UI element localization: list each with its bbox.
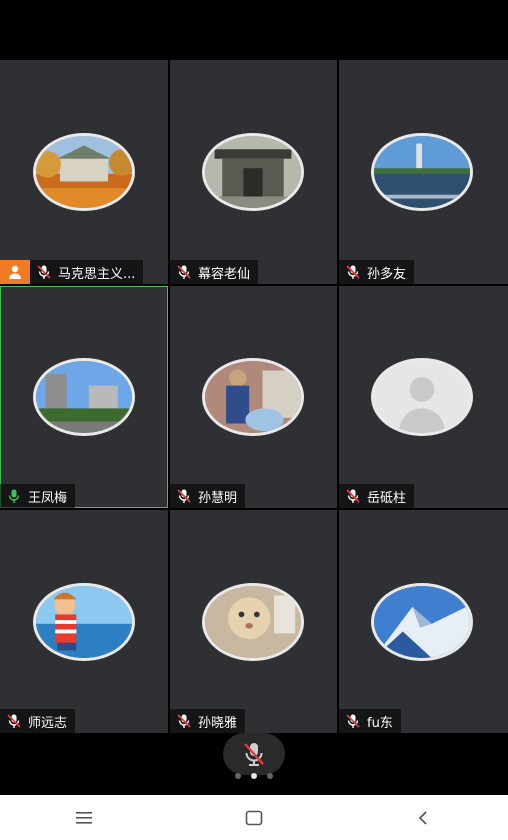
participant-avatar — [371, 583, 473, 661]
default-avatar — [371, 358, 473, 436]
participant-name: fu东 — [367, 715, 393, 731]
participant-name: 王凤梅 — [28, 490, 68, 506]
participant-avatar — [202, 358, 304, 436]
participant-avatar — [33, 133, 135, 211]
mic-muted-icon — [339, 709, 367, 733]
back-button[interactable] — [393, 798, 453, 838]
participant-name: 岳砥柱 — [367, 490, 407, 506]
system-navigation-bar — [0, 795, 508, 840]
mute-toggle-button[interactable] — [223, 733, 285, 775]
participant-avatar — [202, 133, 304, 211]
mic-muted-icon — [30, 260, 58, 284]
participant-avatar — [33, 583, 135, 661]
participant-name: 师远志 — [28, 715, 68, 731]
participant-name: 孙晓雅 — [198, 715, 238, 731]
participant-label: 马克思主义... — [0, 260, 144, 284]
participant-label: 王凤梅 — [0, 484, 76, 508]
mic-muted-icon — [0, 709, 28, 733]
participant-name: 孙多友 — [367, 266, 407, 282]
participant-tile[interactable]: 孙晓雅 — [170, 510, 337, 733]
page-dot[interactable] — [235, 773, 241, 779]
page-indicator — [0, 773, 508, 779]
participant-tile[interactable]: 幕容老仙 — [170, 60, 337, 284]
participant-label: 幕容老仙 — [170, 260, 259, 284]
participant-name: 孙慧明 — [198, 490, 238, 506]
mic-muted-icon — [339, 484, 367, 508]
participant-tile[interactable]: 孙慧明 — [170, 286, 337, 508]
home-button[interactable] — [224, 798, 284, 838]
participant-label: fu东 — [339, 709, 401, 733]
participant-tile[interactable]: 孙多友 — [339, 60, 508, 284]
participant-avatar — [371, 133, 473, 211]
participant-avatar — [33, 358, 135, 436]
participant-tile[interactable]: 师远志 — [0, 510, 168, 733]
mic-muted-icon — [170, 709, 198, 733]
menu-icon — [75, 811, 92, 824]
participant-tile[interactable]: 岳砥柱 — [339, 286, 508, 508]
participant-label: 师远志 — [0, 709, 76, 733]
person-icon — [9, 265, 21, 279]
back-icon — [419, 810, 427, 825]
participant-label: 岳砥柱 — [339, 484, 415, 508]
participant-name: 马克思主义... — [58, 266, 136, 282]
mic-muted-icon — [170, 260, 198, 284]
participant-label: 孙多友 — [339, 260, 415, 284]
participant-avatar — [202, 583, 304, 661]
mic-muted-icon — [339, 260, 367, 284]
home-square-icon — [245, 810, 263, 825]
page-dot[interactable] — [267, 773, 273, 779]
mic-muted-icon — [244, 743, 264, 766]
meeting-controls — [0, 733, 508, 795]
mic-muted-icon — [170, 484, 198, 508]
recent-apps-button[interactable] — [55, 798, 115, 838]
participant-label: 孙晓雅 — [170, 709, 246, 733]
participant-label: 孙慧明 — [170, 484, 246, 508]
participant-tile[interactable]: fu东 — [339, 510, 508, 733]
host-badge — [0, 260, 30, 284]
participant-tile[interactable]: 马克思主义... — [0, 60, 168, 284]
video-grid: 马克思主义... 幕容老仙 孙多友 王凤梅 孙慧明 岳砥柱 师远志 孙晓雅 fu… — [0, 60, 508, 733]
participant-name: 幕容老仙 — [198, 266, 251, 282]
page-dot-current[interactable] — [251, 773, 257, 779]
participant-tile-active-speaker[interactable]: 王凤梅 — [0, 286, 168, 508]
status-bar — [0, 0, 508, 60]
mic-active-icon — [0, 484, 28, 508]
